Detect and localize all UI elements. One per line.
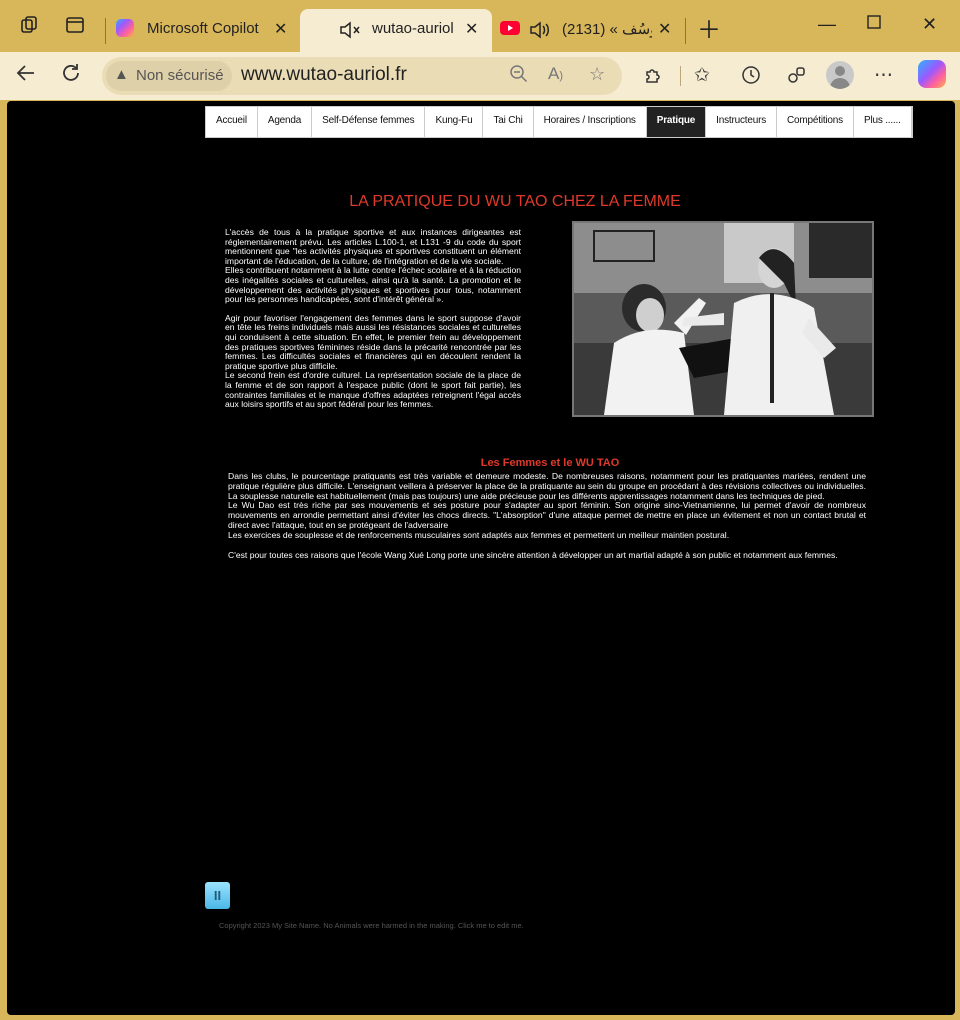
body-paragraph: Le Wu Dao est très riche par ses mouveme… <box>228 500 866 530</box>
body-paragraph: Les exercices de souplesse et de renforc… <box>228 529 730 540</box>
intro-paragraph: Agir pour favoriser l'engagement des fem… <box>225 312 521 371</box>
browser-essentials-icon[interactable] <box>785 64 807 92</box>
read-aloud-icon[interactable]: A) <box>548 64 563 84</box>
url-text[interactable]: www.wutao-auriol.fr <box>241 64 407 86</box>
menu-item-agenda[interactable]: Agenda <box>258 107 313 137</box>
muted-speaker-icon[interactable] <box>338 19 362 45</box>
browser-titlebar: Microsoft Copilot ✕ wutao-auriol ✕ يُوسُ… <box>0 0 960 52</box>
tab-label: Microsoft Copilot <box>147 20 259 37</box>
close-tab-icon[interactable]: ✕ <box>274 19 287 39</box>
warning-icon: ▲ <box>114 66 129 83</box>
copilot-favicon-icon <box>116 19 134 37</box>
menu-item-instructeurs[interactable]: Instructeurs <box>706 107 777 137</box>
body-paragraph: C'est pour toutes ces raisons que l'écol… <box>228 549 838 560</box>
copilot-icon[interactable] <box>918 60 946 88</box>
footer-copyright[interactable]: Copyright 2023 My Site Name. No Animals … <box>219 921 524 930</box>
martial-arts-photo <box>572 221 874 417</box>
tab-wutao[interactable]: wutao-auriol ✕ <box>300 9 492 52</box>
intro-paragraph: Elles contribuent notamment à la lutte c… <box>225 265 521 305</box>
favorite-star-icon[interactable]: ☆ <box>589 64 605 85</box>
extensions-icon[interactable] <box>643 64 665 92</box>
maximize-icon[interactable] <box>866 14 882 35</box>
pause-button[interactable]: II <box>205 882 230 909</box>
section-subtitle: Les Femmes et le WU TAO <box>480 457 620 469</box>
body-paragraph: Dans les clubs, le pourcentage pratiquan… <box>228 471 866 501</box>
close-tab-icon[interactable]: ✕ <box>465 19 478 39</box>
menu-item-kung-fu[interactable]: Kung-Fu <box>425 107 484 137</box>
favorites-icon[interactable]: ✩ <box>694 64 710 87</box>
speaker-icon[interactable] <box>528 19 552 45</box>
intro-paragraph: Le second frein est d'ordre culturel. La… <box>225 370 521 410</box>
more-options-icon[interactable]: ⋯ <box>874 64 893 87</box>
refresh-icon[interactable] <box>59 61 83 91</box>
youtube-icon <box>500 21 520 35</box>
menu-item-plus[interactable]: Plus ...... <box>854 107 912 137</box>
menu-item-tai-chi[interactable]: Tai Chi <box>483 107 534 137</box>
vertical-tabs-icon[interactable] <box>63 14 87 38</box>
toolbar-divider <box>680 66 681 86</box>
body-text: Dans les clubs, le pourcentage pratiquan… <box>228 471 866 560</box>
close-tab-icon[interactable]: ✕ <box>658 19 671 39</box>
minimize-icon[interactable]: — <box>818 14 836 35</box>
tab-label: يُوسُف » (2131) <box>562 21 652 38</box>
workspaces-icon[interactable] <box>18 14 42 38</box>
tab-label: wutao-auriol <box>372 20 454 37</box>
page-title: LA PRATIQUE DU WU TAO CHEZ LA FEMME <box>349 193 681 210</box>
zoom-out-icon[interactable] <box>509 64 529 89</box>
history-icon[interactable] <box>740 64 762 92</box>
tab-copilot[interactable]: Microsoft Copilot ✕ <box>110 9 298 52</box>
menu-item-pratique[interactable]: Pratique <box>646 107 707 137</box>
profile-avatar[interactable] <box>826 61 854 89</box>
site-nav-menu: Accueil Agenda Self-Défense femmes Kung-… <box>205 106 913 138</box>
menu-item-self-defense[interactable]: Self-Défense femmes <box>312 107 426 137</box>
intro-paragraph: L'accès de tous à la pratique sportive e… <box>225 227 521 266</box>
menu-item-accueil[interactable]: Accueil <box>206 107 258 137</box>
security-label: Non sécurisé <box>136 67 224 84</box>
back-arrow-icon[interactable] <box>14 61 38 91</box>
menu-item-competitions[interactable]: Compétitions <box>777 107 854 137</box>
tab-youtube[interactable]: يُوسُف » (2131) ✕ <box>496 9 682 52</box>
menu-item-horaires[interactable]: Horaires / Inscriptions <box>534 107 647 137</box>
new-tab-icon[interactable]: ＋ <box>697 10 721 45</box>
close-window-icon[interactable]: ✕ <box>922 14 937 35</box>
intro-text: L'accès de tous à la pratique sportive e… <box>225 227 521 410</box>
security-indicator[interactable]: ▲ Non sécurisé <box>106 61 232 91</box>
